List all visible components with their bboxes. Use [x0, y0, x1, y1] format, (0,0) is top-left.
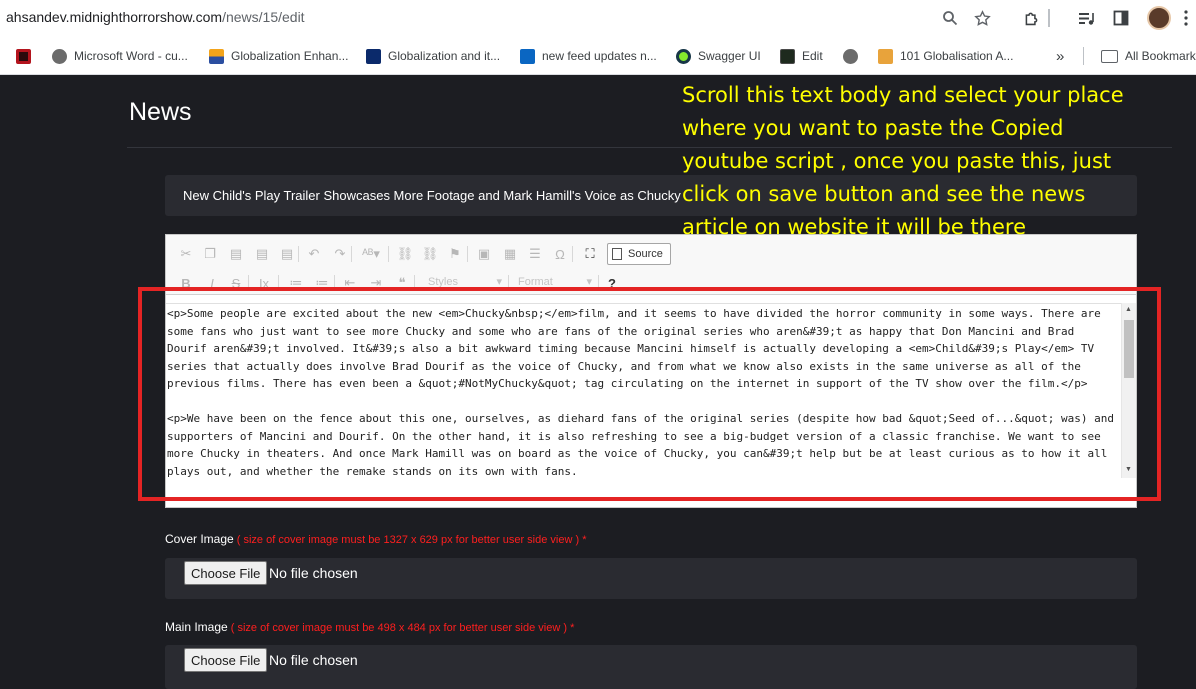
cut-icon[interactable]: ✂ [178, 246, 194, 262]
page-title: News [129, 98, 192, 126]
url-text[interactable]: ahsandev.midnighthorrorshow.com/news/15/… [6, 9, 305, 25]
table-icon[interactable]: ▦ [502, 246, 518, 262]
main-image-label: Main Image ( size of cover image must be… [165, 620, 574, 634]
cover-image-choose-file-button[interactable]: Choose File [184, 561, 268, 585]
toolbar-separator [467, 246, 468, 262]
media-queue-icon[interactable] [1076, 8, 1096, 28]
bookmark-item-8[interactable]: 101 Globalisation A... [878, 47, 1013, 65]
bookmarks-bar: Microsoft Word - cu... Globalization Enh… [0, 37, 1196, 75]
toolbar-separator [572, 246, 573, 262]
bookmark-item-6[interactable]: Edit [780, 47, 823, 65]
styles-dropdown-label: Styles [428, 275, 458, 288]
undo-icon[interactable]: ↶ [306, 246, 322, 262]
red-dark-favicon [16, 48, 31, 64]
bookmark-label: Globalization Enhan... [231, 49, 349, 63]
scholar-favicon [878, 48, 893, 64]
editor-toolbar: ✂ ❐ ▤ ▤ ▤ ↶ ↷ ᴬᴮ▾ ⛓ ⛓ ⚑ ▣ ▦ ☰ Ω ⛶ Source… [166, 235, 1136, 295]
main-image-choose-file-button[interactable]: Choose File [184, 648, 268, 672]
toolbar-separator [351, 246, 352, 262]
extensions-puzzle-icon[interactable] [1021, 8, 1041, 28]
redo-icon[interactable]: ↷ [332, 246, 348, 262]
globe-icon [52, 48, 67, 64]
bookmark-item-1[interactable]: Microsoft Word - cu... [52, 47, 188, 65]
folder-icon [1101, 49, 1118, 63]
source-doc-icon [612, 248, 622, 260]
spellcheck-icon[interactable]: ᴬᴮ▾ [360, 246, 382, 262]
toolbar-separator [388, 246, 389, 262]
kebab-menu-icon[interactable] [1176, 8, 1196, 28]
toolbar-divider [1048, 9, 1050, 27]
cover-image-file-status: No file chosen [269, 565, 358, 581]
copy-icon[interactable]: ❐ [202, 246, 218, 262]
star-bookmark-icon[interactable] [972, 8, 992, 28]
profile-avatar[interactable] [1147, 6, 1171, 30]
all-bookmarks-label: All Bookmarks [1125, 49, 1196, 63]
bookmark-label: Edit [802, 49, 823, 63]
main-image-label-text: Main Image [165, 620, 228, 634]
maximize-icon[interactable]: ⛶ [582, 246, 598, 262]
horizontal-line-icon[interactable]: ☰ [527, 246, 543, 262]
toolbar-separator [298, 246, 299, 262]
url-path: /news/15/edit [222, 9, 305, 25]
anchor-flag-icon[interactable]: ⚑ [447, 246, 463, 262]
side-panel-icon[interactable] [1111, 8, 1131, 28]
bookmark-label: Globalization and it... [388, 49, 501, 63]
main-image-file-status: No file chosen [269, 652, 358, 668]
bookmark-item-4[interactable]: new feed updates n... [520, 47, 657, 65]
url-host: ahsandev.midnighthorrorshow.com [6, 9, 223, 25]
swagger-icon [676, 48, 691, 64]
cover-image-file-input[interactable]: Choose File No file chosen [165, 558, 1137, 599]
cover-image-label: Cover Image ( size of cover image must b… [165, 532, 586, 546]
all-bookmarks-folder[interactable]: All Bookmarks [1101, 47, 1196, 65]
browser-address-bar[interactable]: ahsandev.midnighthorrorshow.com/news/15/… [0, 0, 1196, 37]
bookmark-label: new feed updates n... [542, 49, 657, 63]
terminal-favicon [780, 48, 795, 64]
bookmark-item-7[interactable] [843, 47, 865, 65]
bookmarks-divider [1083, 47, 1084, 65]
source-button[interactable]: Source [607, 243, 671, 265]
bookmark-label: 101 Globalisation A... [900, 49, 1014, 63]
paste-word-icon[interactable]: ▤ [279, 246, 295, 262]
bookmark-item-5[interactable]: Swagger UI [676, 47, 761, 65]
main-image-size-hint: ( size of cover image must be 498 x 484 … [227, 622, 575, 634]
paste-text-icon[interactable]: ▤ [254, 246, 270, 262]
format-dropdown-label: Format [518, 275, 553, 288]
unlink-icon[interactable]: ⛓ [422, 246, 439, 262]
cover-image-size-hint: ( size of cover image must be 1327 x 629… [233, 534, 587, 546]
image-icon[interactable]: ▣ [476, 246, 492, 262]
sunrise-favicon [209, 48, 224, 64]
bookmark-label: Swagger UI [698, 49, 761, 63]
source-button-label: Source [628, 248, 663, 260]
more-bookmarks-chevron[interactable]: » [1056, 47, 1064, 65]
ubc-favicon [366, 48, 381, 64]
bookmark-item-2[interactable]: Globalization Enhan... [209, 47, 348, 65]
bookmark-label: Microsoft Word - cu... [74, 49, 188, 63]
annotation-highlight-box [138, 287, 1161, 501]
bookmark-item-0[interactable] [16, 47, 38, 65]
cover-image-label-text: Cover Image [165, 532, 234, 546]
main-image-file-input[interactable]: Choose File No file chosen [165, 645, 1137, 689]
globe-icon [843, 48, 858, 64]
annotation-instruction-text: Scroll this text body and select your pl… [682, 83, 1124, 239]
linkedin-icon [520, 48, 535, 64]
paste-icon[interactable]: ▤ [228, 246, 244, 262]
bookmark-item-3[interactable]: Globalization and it... [366, 47, 500, 65]
zoom-icon[interactable] [940, 8, 960, 28]
link-icon[interactable]: ⛓ [397, 246, 414, 262]
special-char-omega-icon[interactable]: Ω [552, 246, 568, 262]
